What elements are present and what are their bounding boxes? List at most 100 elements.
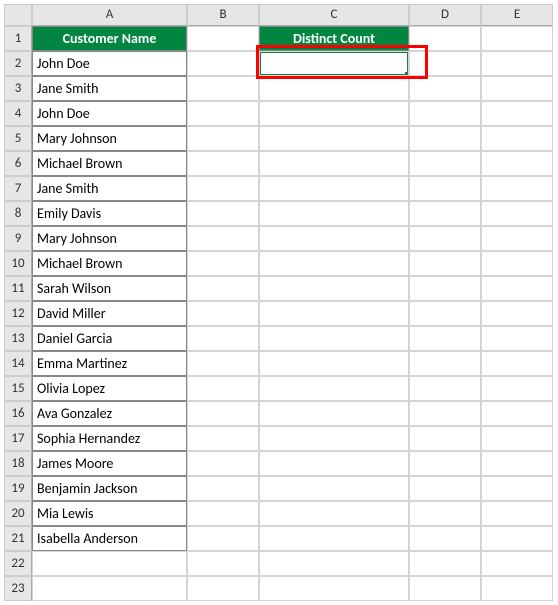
row-header-13[interactable]: 13 (4, 326, 32, 351)
cell-E15[interactable] (481, 376, 553, 401)
cell-E13[interactable] (481, 326, 553, 351)
cell-A21[interactable]: Isabella Anderson (32, 526, 187, 551)
cell-C21[interactable] (259, 526, 409, 551)
cell-D11[interactable] (409, 276, 481, 301)
col-header-E[interactable]: E (481, 4, 553, 26)
cell-E17[interactable] (481, 426, 553, 451)
cell-D16[interactable] (409, 401, 481, 426)
cell-D4[interactable] (409, 101, 481, 126)
row-header-10[interactable]: 10 (4, 251, 32, 276)
cell-E6[interactable] (481, 151, 553, 176)
cell-A18[interactable]: James Moore (32, 451, 187, 476)
cell-D22[interactable] (409, 551, 481, 576)
row-header-17[interactable]: 17 (4, 426, 32, 451)
cell-A14[interactable]: Emma Martinez (32, 351, 187, 376)
cell-D5[interactable] (409, 126, 481, 151)
cell-D3[interactable] (409, 76, 481, 101)
cell-E12[interactable] (481, 301, 553, 326)
cell-A6[interactable]: Michael Brown (32, 151, 187, 176)
cell-B15[interactable] (187, 376, 259, 401)
row-header-23[interactable]: 23 (4, 576, 32, 601)
cell-A19[interactable]: Benjamin Jackson (32, 476, 187, 501)
cell-D8[interactable] (409, 201, 481, 226)
cell-B18[interactable] (187, 451, 259, 476)
cell-C20[interactable] (259, 501, 409, 526)
cell-C12[interactable] (259, 301, 409, 326)
cell-E4[interactable] (481, 101, 553, 126)
cell-E21[interactable] (481, 526, 553, 551)
row-header-20[interactable]: 20 (4, 501, 32, 526)
cell-C4[interactable] (259, 101, 409, 126)
cell-E16[interactable] (481, 401, 553, 426)
cell-C15[interactable] (259, 376, 409, 401)
row-header-2[interactable]: 2 (4, 51, 32, 76)
cell-B23[interactable] (187, 576, 259, 601)
cell-B21[interactable] (187, 526, 259, 551)
col-header-A[interactable]: A (32, 4, 187, 26)
cell-C22[interactable] (259, 551, 409, 576)
cell-D13[interactable] (409, 326, 481, 351)
cell-B5[interactable] (187, 126, 259, 151)
cell-B8[interactable] (187, 201, 259, 226)
cell-A3[interactable]: Jane Smith (32, 76, 187, 101)
cell-B17[interactable] (187, 426, 259, 451)
cell-B13[interactable] (187, 326, 259, 351)
cell-D21[interactable] (409, 526, 481, 551)
cell-D14[interactable] (409, 351, 481, 376)
cell-C9[interactable] (259, 226, 409, 251)
cell-C2[interactable] (259, 51, 409, 76)
cell-D1[interactable] (409, 26, 481, 51)
row-header-19[interactable]: 19 (4, 476, 32, 501)
cell-B22[interactable] (187, 551, 259, 576)
cell-E3[interactable] (481, 76, 553, 101)
row-header-6[interactable]: 6 (4, 151, 32, 176)
cell-C18[interactable] (259, 451, 409, 476)
col-header-B[interactable]: B (187, 4, 259, 26)
cell-B4[interactable] (187, 101, 259, 126)
cell-E7[interactable] (481, 176, 553, 201)
row-header-16[interactable]: 16 (4, 401, 32, 426)
select-all-corner[interactable] (4, 4, 32, 26)
cell-A5[interactable]: Mary Johnson (32, 126, 187, 151)
row-header-22[interactable]: 22 (4, 551, 32, 576)
row-header-3[interactable]: 3 (4, 76, 32, 101)
cell-B14[interactable] (187, 351, 259, 376)
row-header-18[interactable]: 18 (4, 451, 32, 476)
cell-C1[interactable]: Distinct Count (259, 26, 409, 51)
cell-B7[interactable] (187, 176, 259, 201)
cell-E5[interactable] (481, 126, 553, 151)
cell-C7[interactable] (259, 176, 409, 201)
cell-B12[interactable] (187, 301, 259, 326)
cell-C23[interactable] (259, 576, 409, 601)
cell-D9[interactable] (409, 226, 481, 251)
cell-B6[interactable] (187, 151, 259, 176)
cell-A10[interactable]: Michael Brown (32, 251, 187, 276)
cell-E19[interactable] (481, 476, 553, 501)
cell-D2[interactable] (409, 51, 481, 76)
cell-A16[interactable]: Ava Gonzalez (32, 401, 187, 426)
row-header-14[interactable]: 14 (4, 351, 32, 376)
cell-B2[interactable] (187, 51, 259, 76)
row-header-12[interactable]: 12 (4, 301, 32, 326)
cell-A9[interactable]: Mary Johnson (32, 226, 187, 251)
cell-A11[interactable]: Sarah Wilson (32, 276, 187, 301)
cell-C3[interactable] (259, 76, 409, 101)
cell-C13[interactable] (259, 326, 409, 351)
cell-E8[interactable] (481, 201, 553, 226)
cell-A17[interactable]: Sophia Hernandez (32, 426, 187, 451)
cell-D18[interactable] (409, 451, 481, 476)
cell-D12[interactable] (409, 301, 481, 326)
cell-E20[interactable] (481, 501, 553, 526)
cell-C11[interactable] (259, 276, 409, 301)
cell-A8[interactable]: Emily Davis (32, 201, 187, 226)
cell-A2[interactable]: John Doe (32, 51, 187, 76)
cell-D15[interactable] (409, 376, 481, 401)
cell-A4[interactable]: John Doe (32, 101, 187, 126)
cell-A23[interactable] (32, 576, 187, 601)
cell-D6[interactable] (409, 151, 481, 176)
cell-E18[interactable] (481, 451, 553, 476)
row-header-9[interactable]: 9 (4, 226, 32, 251)
cell-C6[interactable] (259, 151, 409, 176)
cell-B19[interactable] (187, 476, 259, 501)
row-header-7[interactable]: 7 (4, 176, 32, 201)
